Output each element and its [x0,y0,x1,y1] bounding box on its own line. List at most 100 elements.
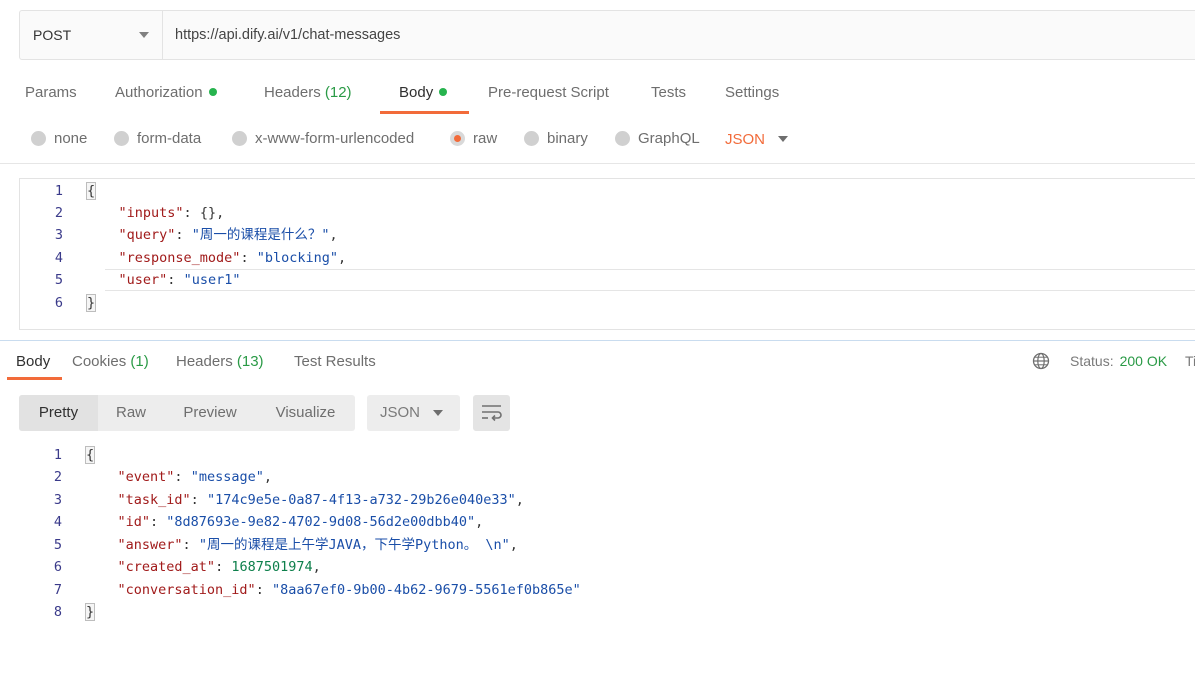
tab-headers[interactable]: Headers (12) [264,84,352,101]
code-line: 3 "query": "周一的课程是什么？", [20,224,1195,246]
active-tab-indicator [7,377,62,380]
tab-label: Settings [725,84,780,101]
chevron-down-icon[interactable] [778,136,788,142]
url-text: https://api.dify.ai/v1/chat-messages [175,27,401,43]
line-number: 2 [53,469,62,485]
json-sep: : [190,492,207,508]
tab-label: Params [25,84,77,101]
tab-authorization[interactable]: Authorization [115,84,217,101]
view-preview-button[interactable]: Preview [164,395,256,431]
json-sep: : [182,537,199,553]
line-number: 4 [54,250,63,266]
json-key: "answer" [117,537,183,553]
radio-raw[interactable]: raw [450,130,497,147]
json-sep: : [240,250,257,266]
radio-circle-icon [31,131,46,146]
json-value: "174c9e5e-0a87-4f13-a732-29b26e040e33" [206,492,516,508]
radio-graphql[interactable]: GraphQL [615,130,700,147]
radio-label: x-www-form-urlencoded [255,130,415,147]
request-body-editor[interactable]: 1{ 2 "inputs": {}, 3 "query": "周一的课程是什么？… [19,178,1195,330]
radio-selected-icon [450,131,465,146]
line-number: 2 [54,205,63,221]
response-status: Status: 200 OK [1070,353,1167,369]
json-comma: , [475,514,484,530]
tab-response-headers[interactable]: Headers (13) [176,353,264,370]
json-value: "user1" [183,272,241,288]
tab-cookies[interactable]: Cookies (1) [72,353,149,370]
tab-body[interactable]: Body [399,84,448,101]
tab-count: (1) [130,353,149,370]
brace-close: } [85,603,96,621]
code-line: 3 "task_id": "174c9e5e-0a87-4f13-a732-29… [19,489,1195,511]
json-sep: : [215,559,232,575]
response-time-label: Ti [1185,353,1195,369]
view-raw-button[interactable]: Raw [98,395,164,431]
json-value: 1687501974 [231,559,313,575]
json-sep: : [255,582,272,598]
json-key: "id" [117,514,151,530]
body-format-select[interactable]: JSON [725,131,765,148]
code-line: 5 "answer": "周一的课程是上午学JAVA，下午学Python。 \n… [19,534,1195,556]
status-dot-icon [439,88,448,97]
method-select[interactable]: POST [20,11,163,59]
radio-label: binary [547,130,588,147]
radio-circle-icon [114,131,129,146]
json-sep: : [175,227,192,243]
json-value: "message" [190,469,264,485]
view-pretty-button[interactable]: Pretty [19,395,98,431]
view-visualize-button[interactable]: Visualize [256,395,355,431]
radio-x-www-form-urlencoded[interactable]: x-www-form-urlencoded [232,130,414,147]
line-number: 1 [53,447,62,463]
divider [0,163,1195,164]
json-comma: , [216,205,225,221]
url-input[interactable]: https://api.dify.ai/v1/chat-messages [163,11,1195,59]
json-sep: : [183,205,200,221]
brace-close: } [86,294,97,312]
tab-response-body[interactable]: Body [16,353,50,370]
tab-params[interactable]: Params [25,84,77,101]
tab-test-results[interactable]: Test Results [294,353,376,370]
radio-circle-icon [615,131,630,146]
response-format-select[interactable]: JSON [367,395,460,431]
radio-none[interactable]: none [31,130,87,147]
tab-pre-request-script[interactable]: Pre-request Script [488,84,609,101]
json-comma: , [329,227,338,243]
json-comma: , [337,250,347,266]
tab-count: (13) [236,353,264,370]
radio-circle-icon [232,131,247,146]
tab-label: Body [16,353,51,370]
json-sep: : [174,469,191,485]
tab-count: (12) [324,84,352,101]
tab-tests[interactable]: Tests [651,84,686,101]
code-line: 5 "user": "user1" [20,269,1195,291]
radio-label: none [54,130,88,147]
tab-label: Body [399,84,434,101]
line-number: 6 [54,295,63,311]
globe-icon[interactable] [1032,352,1050,370]
status-label: Status: [1070,353,1114,369]
tab-settings[interactable]: Settings [725,84,779,101]
json-value: "8aa67ef0-9b00-4b62-9679-5561ef0b865e" [271,582,581,598]
tab-label: Tests [651,84,687,101]
brace-open: { [85,446,96,464]
wrap-lines-button[interactable] [473,395,510,431]
body-type-options: none form-data x-www-form-urlencoded raw… [0,128,1195,152]
view-mode-group: Pretty Raw Preview Visualize [19,395,355,431]
method-label: POST [33,27,72,43]
line-number: 4 [53,514,62,530]
json-key: "task_id" [117,492,191,508]
response-tabs: Body Cookies (1) Headers (13) Test Resul… [0,352,1195,380]
json-key: "inputs" [118,205,184,221]
code-line: 6} [20,292,1195,314]
json-key: "user" [118,272,168,288]
tab-label: Authorization [115,84,203,101]
active-tab-indicator [380,111,469,114]
status-dot-icon [208,88,217,97]
radio-binary[interactable]: binary [524,130,588,147]
code-line: 4 "id": "8d87693e-9e82-4702-9d08-56d2e00… [19,511,1195,533]
line-number: 1 [54,183,63,199]
radio-form-data[interactable]: form-data [114,130,201,147]
status-value: 200 OK [1119,353,1168,369]
json-key: "query" [118,227,176,243]
json-value: "blocking" [256,250,338,266]
